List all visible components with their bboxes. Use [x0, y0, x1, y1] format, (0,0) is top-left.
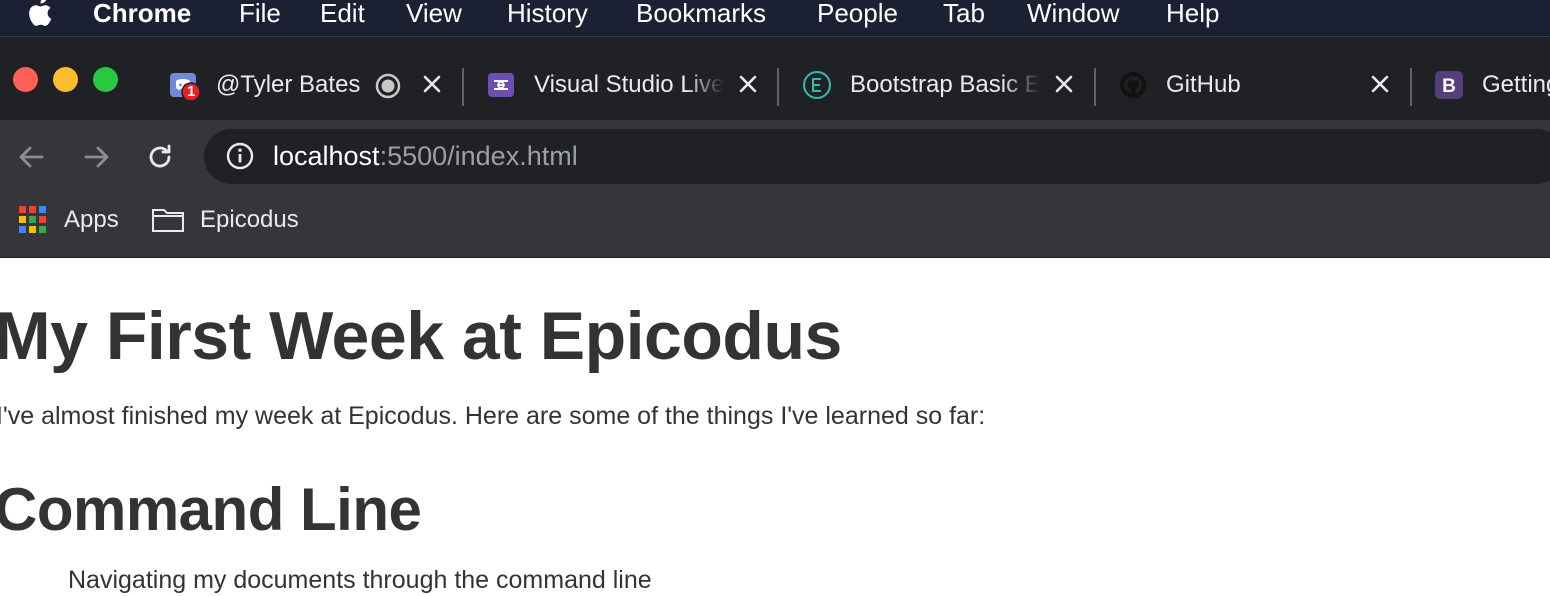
menu-tab[interactable]: Tab — [943, 0, 985, 30]
back-arrow-icon[interactable] — [15, 140, 49, 174]
menu-people[interactable]: People — [817, 0, 898, 30]
tab-close-icon[interactable] — [419, 71, 445, 97]
window-close-button[interactable] — [13, 67, 38, 92]
list-item: Navigating my documents through the comm… — [68, 566, 652, 594]
tab-title: Visual Studio Live Share — [534, 71, 724, 98]
bookmark-label: Epicodus — [200, 206, 299, 233]
tab-separator — [1094, 68, 1096, 106]
tab-close-icon[interactable] — [1051, 71, 1077, 97]
page-title: My First Week at Epicodus — [0, 298, 842, 374]
forward-arrow-icon[interactable] — [79, 140, 113, 174]
tab-badge-count: 1 — [187, 83, 196, 100]
menu-history[interactable]: History — [507, 0, 588, 30]
tab-separator — [777, 68, 779, 106]
menu-view[interactable]: View — [406, 0, 462, 30]
intro-paragraph: I've almost finished my week at Epicodus… — [0, 402, 986, 430]
edge-e-icon — [803, 71, 831, 99]
bookmark-apps[interactable]: Apps — [19, 203, 129, 237]
page-content: My First Week at Epicodus I've almost fi… — [0, 258, 1550, 594]
url-path: :5500/index.html — [379, 141, 578, 171]
menu-app-name[interactable]: Chrome — [93, 0, 191, 30]
bootstrap-icon: B — [1435, 71, 1463, 99]
github-icon — [1120, 72, 1146, 98]
window-minimize-button[interactable] — [53, 67, 78, 92]
svg-text:B: B — [1442, 76, 1456, 97]
menu-help[interactable]: Help — [1166, 0, 1219, 30]
tab-getting-started[interactable]: B Getting — [1434, 62, 1550, 108]
address-bar[interactable]: localhost:5500/index.html — [204, 129, 1550, 184]
tab-bootstrap-basic-example[interactable]: Bootstrap Basic Example — [802, 62, 1092, 108]
bookmark-label: Apps — [64, 206, 119, 233]
apple-logo-icon[interactable] — [26, 0, 54, 28]
tab-title: Bootstrap Basic Example — [850, 71, 1040, 98]
tab-separator — [462, 68, 464, 106]
tab-github[interactable]: GitHub — [1118, 62, 1408, 108]
tab-separator — [1410, 68, 1412, 106]
site-info-icon[interactable] — [226, 142, 254, 170]
apps-grid-icon — [19, 206, 46, 233]
tab-close-icon[interactable] — [1367, 71, 1393, 97]
tab-title: @Tyler Bates — [216, 71, 361, 98]
window-zoom-button[interactable] — [93, 67, 118, 92]
menu-bookmarks[interactable]: Bookmarks — [636, 0, 766, 30]
menu-file[interactable]: File — [239, 0, 281, 30]
tab-visual-studio-live-share[interactable]: Visual Studio Live Share — [486, 62, 776, 108]
tab-title: GitHub — [1166, 71, 1241, 98]
reload-icon[interactable] — [143, 140, 177, 174]
tab-close-icon[interactable] — [735, 71, 761, 97]
live-share-icon — [488, 73, 514, 97]
bookmark-folder-epicodus[interactable]: Epicodus — [151, 203, 311, 237]
tab-tyler-bates[interactable]: 1 @Tyler Bates — [168, 62, 458, 108]
menu-window[interactable]: Window — [1027, 0, 1119, 30]
recording-indicator-icon — [375, 73, 401, 99]
menu-edit[interactable]: Edit — [320, 0, 365, 30]
url-text[interactable]: localhost:5500/index.html — [273, 140, 578, 172]
url-host: localhost — [273, 141, 380, 171]
section-heading: Command Line — [0, 476, 422, 543]
tab-title: Getting — [1482, 71, 1550, 98]
macos-menu-bar: Chrome File Edit View History Bookmarks … — [0, 0, 1550, 37]
folder-icon — [152, 209, 184, 232]
